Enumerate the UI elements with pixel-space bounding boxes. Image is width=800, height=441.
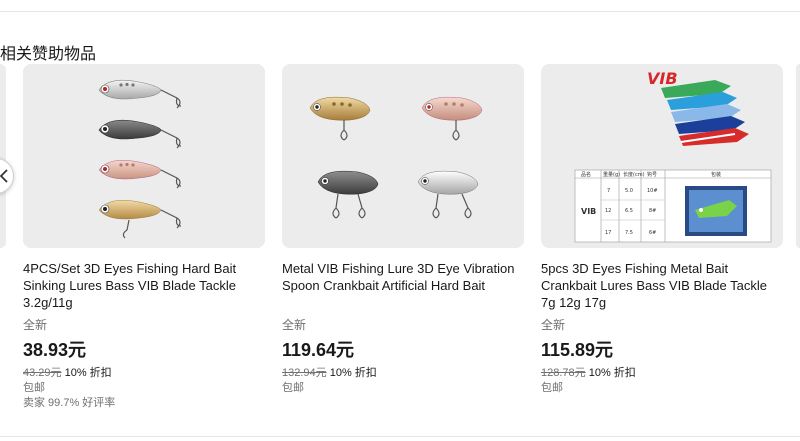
table-header: 钩号 [647, 171, 657, 178]
was-price: 43.29元 [23, 367, 62, 379]
product-title[interactable]: 5pcs 3D Eyes Fishing Metal Bait Crankbai… [541, 260, 783, 311]
discount-label: 10% 折扣 [588, 367, 636, 379]
condition-label: 全新 [282, 318, 307, 332]
price: 115.89元 [541, 340, 614, 360]
lure-set-image [309, 96, 483, 219]
table-cell: 8# [649, 208, 656, 214]
table-cell: 6.5 [625, 208, 633, 214]
product-image[interactable]: VIB 品名 重量(g) 长度(cm) 钩号 包装 7 5.0 10# 12 6… [541, 64, 783, 248]
section-title: 相关赞助物品 [0, 46, 97, 64]
shipping-label: 包邮 [282, 382, 304, 394]
sponsored-carousel: 4PCS/Set 3D Eyes Fishing Hard Bait Sinki… [0, 64, 800, 434]
table-header: 品名 [581, 171, 591, 178]
brand-text: VIB [647, 69, 678, 88]
product-title[interactable]: Metal VIB Fishing Lure 3D Eye Vibration … [282, 260, 524, 294]
table-header: 包装 [711, 171, 721, 178]
table-cell: 17 [605, 230, 611, 236]
discount-label: 10% 折扣 [64, 367, 112, 379]
was-price-row: 132.94元 10% 折扣 [282, 364, 377, 380]
shipping-label: 包邮 [23, 382, 45, 394]
table-cell: 12 [605, 208, 611, 214]
table-cell: 7 [607, 188, 610, 194]
top-divider [0, 11, 800, 12]
was-price: 128.78元 [541, 367, 586, 379]
table-product-cell: VIB [581, 207, 596, 216]
price: 119.64元 [282, 340, 355, 360]
was-price-row: 43.29元 10% 折扣 [23, 364, 112, 380]
product-title[interactable]: 4PCS/Set 3D Eyes Fishing Hard Bait Sinki… [23, 260, 265, 311]
seller-rating: 卖家 99.7% 好评率 [23, 397, 116, 409]
table-cell: 10# [647, 188, 658, 194]
lure-set-image [98, 79, 182, 239]
condition-label: 全新 [541, 318, 566, 332]
discount-label: 10% 折扣 [329, 367, 377, 379]
was-price: 132.94元 [282, 367, 327, 379]
table-header: 重量(g) [603, 171, 620, 178]
table-cell: 6# [649, 230, 656, 236]
lure-chart-image: VIB 品名 重量(g) 长度(cm) 钩号 包装 7 5.0 10# 12 6… [574, 69, 772, 243]
product-image[interactable] [23, 64, 265, 248]
table-header: 长度(cm) [623, 171, 645, 178]
table-cell: 5.0 [625, 188, 633, 194]
shipping-label: 包邮 [541, 382, 563, 394]
price: 38.93元 [23, 340, 87, 360]
bottom-divider [0, 436, 800, 437]
product-image[interactable] [282, 64, 524, 248]
table-cell: 7.5 [625, 230, 633, 236]
was-price-row: 128.78元 10% 折扣 [541, 364, 636, 380]
chevron-left-icon [0, 169, 8, 183]
condition-label: 全新 [23, 318, 48, 332]
package-photo [685, 186, 747, 236]
